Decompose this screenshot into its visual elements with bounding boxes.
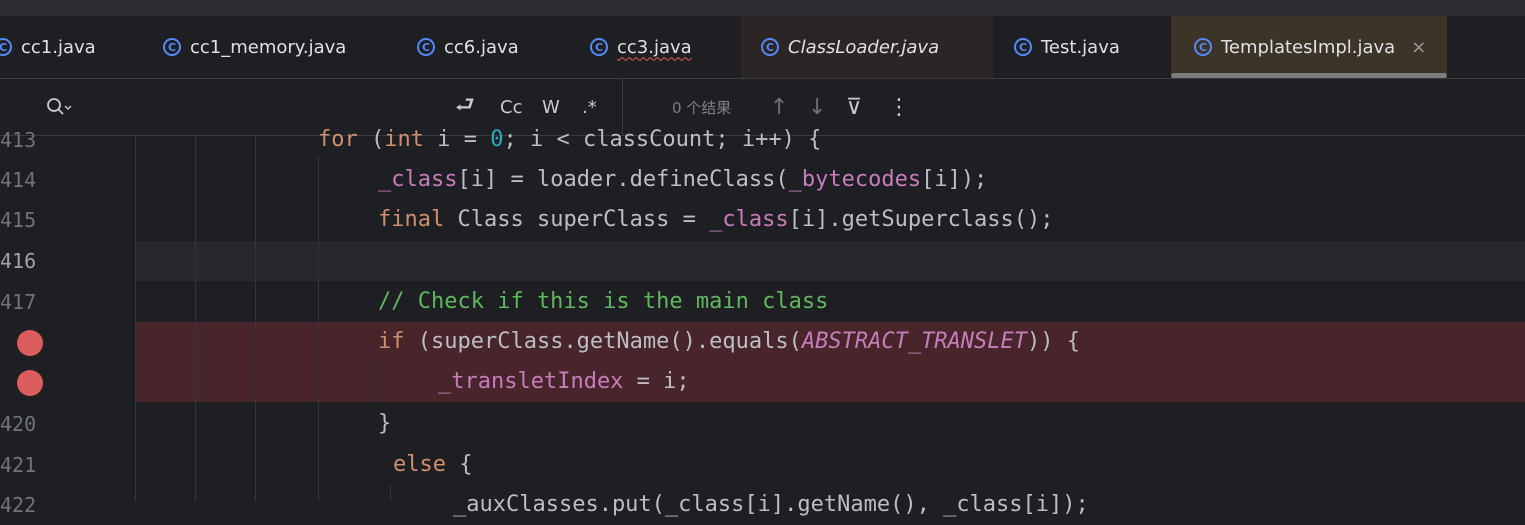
tab-label: Test.java [1041,36,1120,58]
tab-cc1-memory[interactable]: C cc1_memory.java [163,16,346,78]
code-text: _auxClasses.put(_class[i].getName(), _cl… [453,492,1089,517]
tab-cc3[interactable]: C cc3.java [590,16,692,78]
code-text: else { [393,452,473,477]
tab-label: cc1.java [21,36,96,58]
code-line: 422 _auxClasses.put(_class[i].getName(),… [0,485,1525,525]
code-line: 420 } [0,404,1525,444]
indent-guide [195,136,196,501]
code-text: final Class superClass = _class[i].getSu… [378,207,1054,232]
code-line-breakpoint: if (superClass.getName().equals(ABSTRACT… [0,322,1525,362]
code-line: 421 else { [0,445,1525,485]
code-text: for (int i = 0; i < classCount; i++) { [318,127,822,152]
code-line: 414 _class[i] = loader.defineClass(_byte… [0,160,1525,200]
code-line: 415 final Class superClass = _class[i].g… [0,200,1525,240]
code-line-breakpoint: _transletIndex = i; [0,362,1525,402]
indent-guide [255,136,256,501]
line-number: 422 [0,493,37,517]
title-strip [0,0,1525,16]
breakpoint-icon[interactable] [17,330,43,356]
tab-cc6[interactable]: C cc6.java [417,16,519,78]
tab-test[interactable]: C Test.java [1014,16,1120,78]
java-class-icon: C [1194,38,1212,56]
breakpoint-line-highlight [135,362,1525,402]
line-number: 421 [0,453,37,477]
tab-label: cc1_memory.java [190,36,347,58]
code-line: 413 for (int i = 0; i < classCount; i++)… [0,120,1525,160]
breakpoint-icon[interactable] [17,370,43,396]
indent-guide [378,362,379,402]
line-background [135,282,1525,322]
code-text: _class[i] = loader.defineClass(_bytecode… [378,167,988,192]
java-class-icon: C [590,38,608,56]
code-line-current: 416 [0,241,1525,281]
line-background [135,404,1525,444]
current-line-highlight [135,241,1525,281]
tab-label: TemplatesImpl.java [1221,36,1396,58]
line-number: 414 [0,168,37,192]
indent-guide [135,136,136,501]
java-class-icon: C [761,38,779,56]
java-class-icon: C [417,38,435,56]
code-line: 417 // Check if this is the main class [0,282,1525,322]
code-text: } [378,411,392,436]
java-class-icon: C [163,38,181,56]
indent-guide [318,156,319,501]
java-class-icon: C [1014,38,1032,56]
line-background [135,445,1525,485]
line-number: 420 [0,412,37,436]
tab-cc1[interactable]: C cc1.java [0,16,96,78]
line-number: 415 [0,208,37,232]
tab-label: cc6.java [444,36,519,58]
code-comment: // Check if this is the main class [378,289,829,314]
line-number: 417 [0,290,37,314]
tab-label: ClassLoader.java [788,36,940,58]
tab-label: cc3.java [617,36,692,58]
java-class-icon: C [0,38,12,56]
code-text: if (superClass.getName().equals(ABSTRACT… [378,329,1081,354]
editor-tab-bar: C cc1.java C cc1_memory.java C cc6.java … [0,16,1525,79]
close-tab-icon[interactable]: × [1411,37,1426,58]
tab-templatesimpl[interactable]: C TemplatesImpl.java × [1171,16,1447,78]
indent-guide [390,485,391,501]
code-editor[interactable]: 413 for (int i = 0; i < classCount; i++)… [0,127,1525,517]
code-text: _transletIndex = i; [438,369,690,394]
line-number: 416 [0,249,37,273]
tab-classloader[interactable]: C ClassLoader.java [741,16,993,78]
line-number: 413 [0,128,37,152]
